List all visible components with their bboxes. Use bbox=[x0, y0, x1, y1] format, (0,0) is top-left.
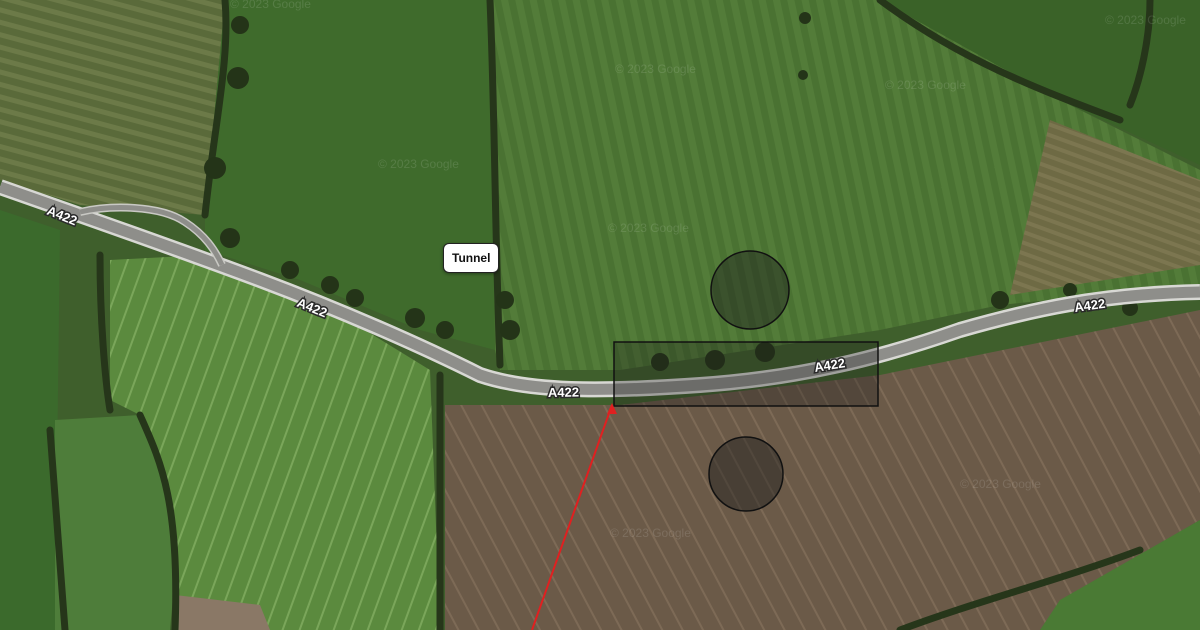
svg-text:© 2023 Google: © 2023 Google bbox=[1105, 13, 1186, 27]
marker-circle-upper[interactable] bbox=[710, 250, 790, 330]
svg-text:© 2023 Google: © 2023 Google bbox=[615, 62, 696, 76]
selection-rectangle[interactable] bbox=[613, 341, 879, 407]
field-left-strip bbox=[0, 210, 60, 630]
svg-text:© 2023 Google: © 2023 Google bbox=[610, 526, 691, 540]
road-label-a422-3: A422 bbox=[548, 384, 579, 400]
marker-circle-lower[interactable] bbox=[708, 436, 784, 512]
svg-text:© 2023 Google: © 2023 Google bbox=[230, 0, 311, 11]
svg-text:© 2023 Google: © 2023 Google bbox=[378, 157, 459, 171]
svg-text:© 2023 Google: © 2023 Google bbox=[885, 78, 966, 92]
tunnel-label[interactable]: Tunnel bbox=[443, 243, 500, 273]
field-top-left bbox=[0, 0, 225, 215]
svg-text:© 2023 Google: © 2023 Google bbox=[960, 477, 1041, 491]
svg-text:© 2023 Google: © 2023 Google bbox=[608, 221, 689, 235]
satellite-map[interactable]: © 2023 Google © 2023 Google © 2023 Googl… bbox=[0, 0, 1200, 630]
tunnel-label-text: Tunnel bbox=[452, 251, 491, 265]
